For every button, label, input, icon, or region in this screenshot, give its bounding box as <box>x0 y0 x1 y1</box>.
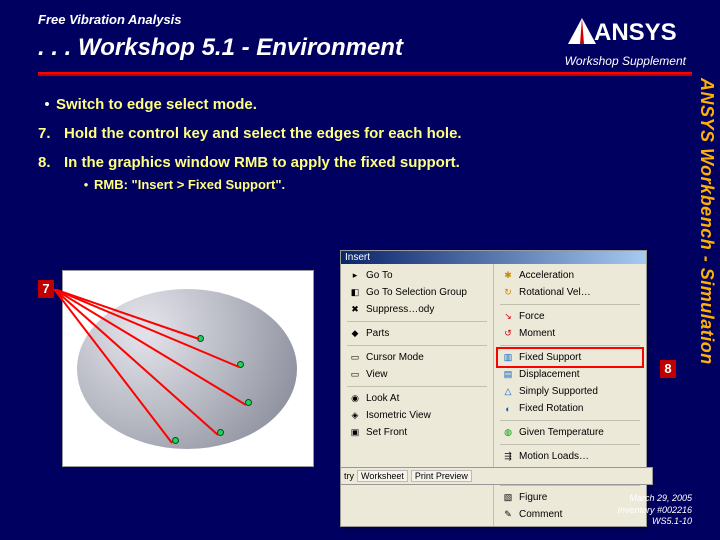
footer-page: WS5.1-10 <box>617 516 692 528</box>
tab-worksheet[interactable]: Worksheet <box>357 470 408 482</box>
footer-inventory: Inventory #002216 <box>617 505 692 517</box>
menu-item-parts[interactable]: ◆Parts <box>345 325 489 342</box>
separator <box>347 386 487 387</box>
sub-bullet-dot: • <box>78 177 94 192</box>
menu-item-cursor-mode[interactable]: ▭Cursor Mode <box>345 349 489 366</box>
menu-item-given-temperature[interactable]: ◍Given Temperature <box>498 424 642 441</box>
separator <box>500 485 640 486</box>
moment-icon: ↺ <box>501 327 515 341</box>
menu-item-goto[interactable]: ▸Go To <box>345 267 489 284</box>
disk-geometry <box>77 289 297 449</box>
menu-item-acceleration[interactable]: ✱Acceleration <box>498 267 642 284</box>
step8-text: In the graphics window RMB to apply the … <box>64 154 460 171</box>
temp-icon: ◍ <box>501 426 515 440</box>
arrow-icon: ▸ <box>348 269 362 283</box>
suppress-icon: ✖ <box>348 303 362 317</box>
footer-date: March 29, 2005 <box>617 493 692 505</box>
parts-icon: ◆ <box>348 327 362 341</box>
figure-icon: ▧ <box>501 491 515 505</box>
menu-item-force[interactable]: ↘Force <box>498 308 642 325</box>
group-icon: ◧ <box>348 286 362 300</box>
force-icon: ↘ <box>501 310 515 324</box>
cursor-icon: ▭ <box>348 351 362 365</box>
menu-item-moment[interactable]: ↺Moment <box>498 325 642 342</box>
lookat-icon: ◉ <box>348 392 362 406</box>
edge-pick <box>237 361 244 368</box>
context-menu[interactable]: Insert ▸Go To ◧Go To Selection Group ✖Su… <box>340 250 647 527</box>
slide: Free Vibration Analysis . . . Workshop 5… <box>0 0 720 540</box>
front-icon: ▣ <box>348 426 362 440</box>
menu-left-column: ▸Go To ◧Go To Selection Group ✖Suppress…… <box>341 264 494 526</box>
menu-item-simply-supported[interactable]: △Simply Supported <box>498 383 642 400</box>
step7-num: 7. <box>38 125 64 142</box>
menu-item-selection-group[interactable]: ◧Go To Selection Group <box>345 284 489 301</box>
slide-title: . . . Workshop 5.1 - Environment <box>38 34 403 62</box>
separator <box>347 321 487 322</box>
sidebar-text: ANSYS Workbench - Simulation <box>693 78 717 478</box>
view-icon: ▭ <box>348 368 362 382</box>
footer: March 29, 2005 Inventory #002216 WS5.1-1… <box>617 493 692 528</box>
fixrot-icon: ◐ <box>501 402 515 416</box>
separator <box>500 444 640 445</box>
separator <box>500 345 640 346</box>
menu-item-fixed-support[interactable]: ▥Fixed Support <box>498 349 642 366</box>
callout-8: 8 <box>660 360 676 378</box>
menu-item-look-at[interactable]: ◉Look At <box>345 390 489 407</box>
menu-insert-title: Insert <box>341 251 646 264</box>
motion-icon: ⇶ <box>501 450 515 464</box>
accel-icon: ✱ <box>501 269 515 283</box>
tab-print-preview[interactable]: Print Preview <box>411 470 472 482</box>
body-content: • Switch to edge select mode. 7. Hold th… <box>38 90 654 192</box>
supplement-label: Workshop Supplement <box>565 54 686 68</box>
bullet-dot: • <box>38 96 56 113</box>
menu-item-set-front[interactable]: ▣Set Front <box>345 424 489 441</box>
edge-pick <box>245 399 252 406</box>
header-subtitle: Free Vibration Analysis <box>38 12 182 27</box>
separator <box>347 345 487 346</box>
callout-7: 7 <box>38 280 54 298</box>
disp-icon: ▤ <box>501 368 515 382</box>
menu-item-rotational-velocity[interactable]: ↻Rotational Vel… <box>498 284 642 301</box>
ansys-logo: ANSYS <box>566 14 686 48</box>
menu-item-view[interactable]: ▭View <box>345 366 489 383</box>
menu-item-motion-loads[interactable]: ⇶Motion Loads… <box>498 448 642 465</box>
menu-item-iso-view[interactable]: ◈Isometric View <box>345 407 489 424</box>
fixed-icon: ▥ <box>501 351 515 365</box>
iso-icon: ◈ <box>348 409 362 423</box>
tab-try[interactable]: try <box>344 471 354 481</box>
sidebar: ANSYS Workbench - Simulation <box>690 78 720 478</box>
step7-text: Hold the control key and select the edge… <box>64 125 462 142</box>
separator <box>500 420 640 421</box>
separator <box>500 304 640 305</box>
sub-bullet-text: RMB: "Insert > Fixed Support". <box>94 177 285 192</box>
simply-icon: △ <box>501 385 515 399</box>
step8-num: 8. <box>38 154 64 171</box>
bullet1-text: Switch to edge select mode. <box>56 96 257 113</box>
menu-item-fixed-rotation[interactable]: ◐Fixed Rotation <box>498 400 642 417</box>
logo-text: ANSYS <box>594 19 677 46</box>
menu-right-column: ✱Acceleration ↻Rotational Vel… ↘Force ↺M… <box>494 264 646 526</box>
edge-pick <box>217 429 224 436</box>
tabstrip: try Worksheet Print Preview <box>340 467 653 485</box>
graphics-window[interactable] <box>62 270 314 467</box>
divider <box>38 72 692 76</box>
edge-pick <box>197 335 204 342</box>
comment-icon: ✎ <box>501 508 515 522</box>
rotvel-icon: ↻ <box>501 286 515 300</box>
menu-item-suppress[interactable]: ✖Suppress…ody <box>345 301 489 318</box>
menu-item-displacement[interactable]: ▤Displacement <box>498 366 642 383</box>
edge-pick <box>172 437 179 444</box>
